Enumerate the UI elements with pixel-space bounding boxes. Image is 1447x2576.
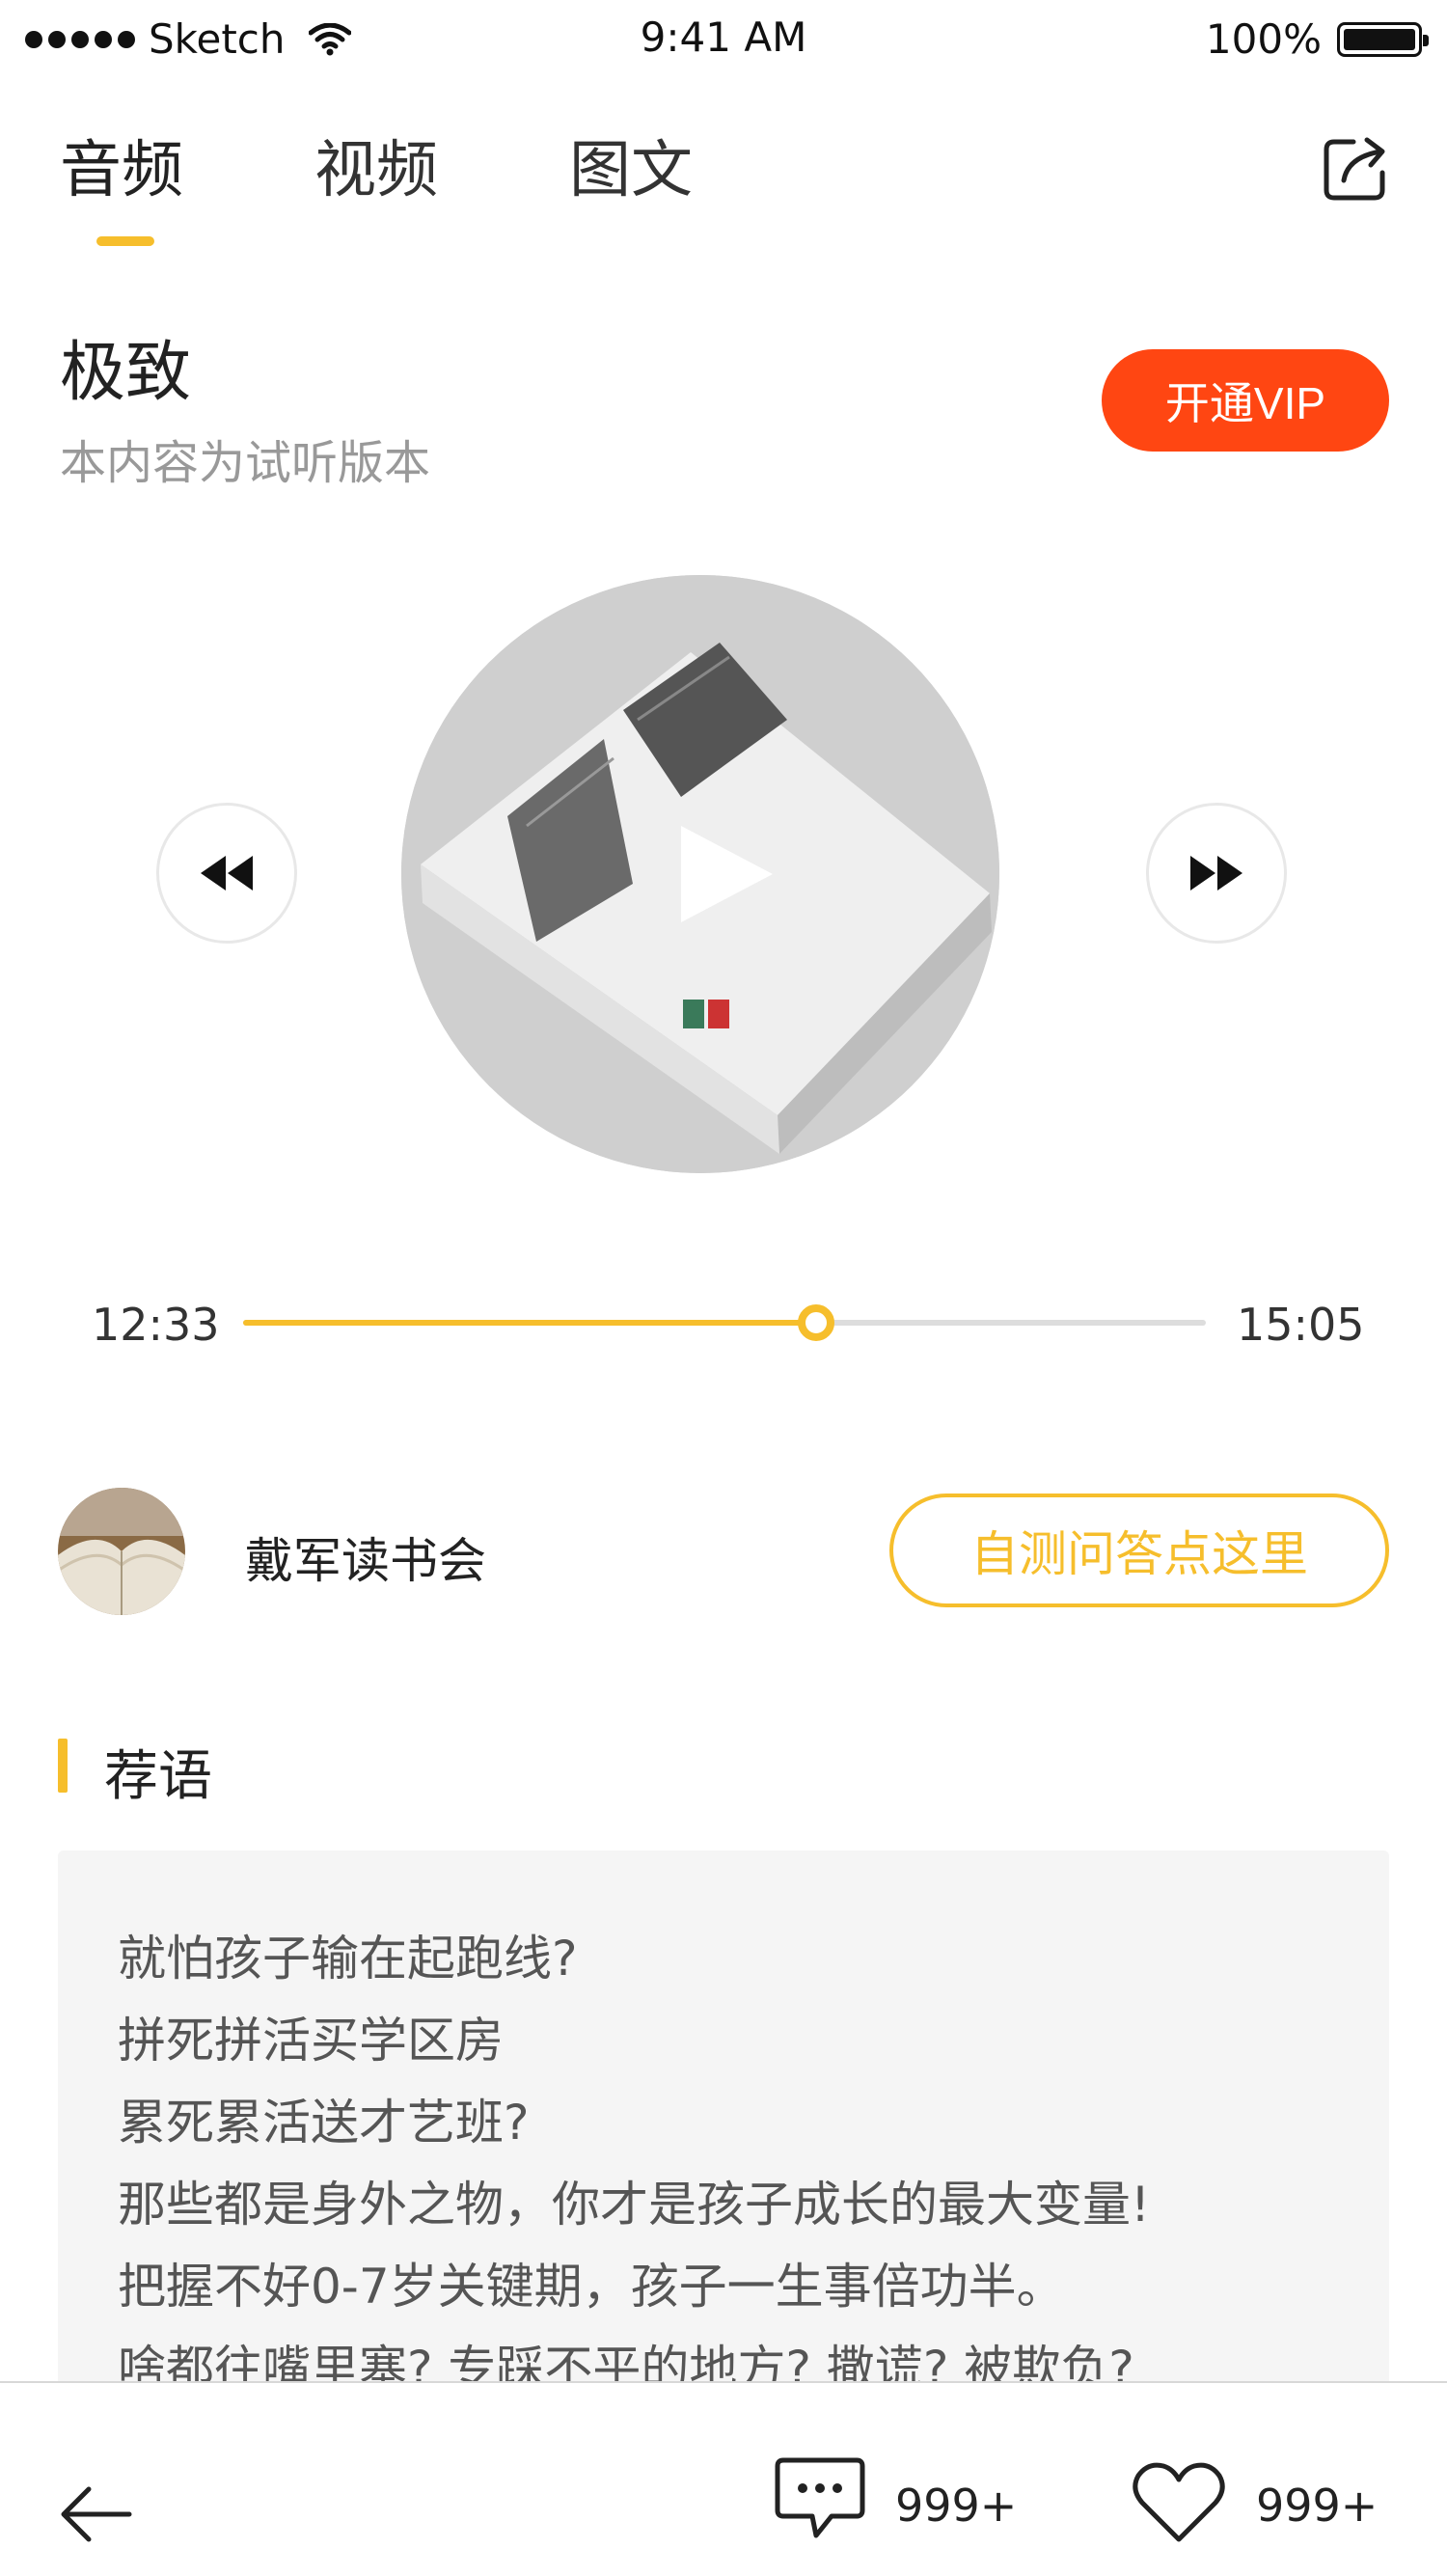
share-button[interactable] xyxy=(1317,130,1394,207)
status-right: 100% xyxy=(1205,15,1429,63)
comment-icon xyxy=(775,2457,865,2538)
open-book-image xyxy=(58,1488,185,1615)
like-count: 999+ xyxy=(1256,2480,1379,2532)
trial-notice: 本内容为试听版本 xyxy=(60,436,431,490)
recommendation-line: 拼死拼活买学区房 xyxy=(118,2013,504,2069)
active-tab-indicator xyxy=(96,236,154,246)
author-avatar[interactable] xyxy=(58,1488,185,1615)
comment-count: 999+ xyxy=(895,2480,1018,2532)
progress-fill xyxy=(243,1320,816,1326)
recommendation-title: 荐语 xyxy=(104,1745,212,1808)
recommendation-line: 就怕孩子输在起跑线? xyxy=(118,1931,578,1987)
current-time: 12:33 xyxy=(92,1299,220,1351)
battery-icon xyxy=(1337,21,1429,57)
book-cover-image xyxy=(401,575,999,1173)
back-button[interactable] xyxy=(58,2480,135,2549)
progress-thumb[interactable] xyxy=(797,1304,834,1341)
back-arrow-icon xyxy=(61,2486,132,2542)
battery-percent: 100% xyxy=(1205,15,1322,63)
open-vip-button[interactable]: 开通VIP xyxy=(1102,349,1389,452)
like-button[interactable] xyxy=(1131,2458,1227,2547)
status-bar: Sketch 9:41 AM 100% xyxy=(0,0,1447,83)
heart-icon xyxy=(1133,2462,1225,2542)
self-quiz-button[interactable]: 自测问答点这里 xyxy=(889,1494,1389,1607)
rewind-button[interactable] xyxy=(156,803,297,944)
album-cover[interactable] xyxy=(401,575,999,1173)
tab-video[interactable]: 视频 xyxy=(314,121,438,209)
recommendation-line: 累死累活送才艺班? xyxy=(118,2095,530,2151)
fast-forward-button[interactable] xyxy=(1146,803,1287,944)
recommendation-line: 那些都是身外之物，你才是孩子成长的最大变量! xyxy=(118,2177,1151,2233)
progress-slider[interactable] xyxy=(243,1304,1206,1341)
content-tabs: 音频 视频 图文 xyxy=(60,121,824,209)
bottom-toolbar: 999+ 999+ xyxy=(0,2381,1447,2576)
total-duration: 15:05 xyxy=(1237,1299,1365,1351)
recommendation-line: 把握不好0-7岁关键期，孩子一生事倍功半。 xyxy=(118,2259,1065,2315)
share-icon xyxy=(1324,137,1385,201)
rewind-icon xyxy=(201,856,253,891)
comment-button[interactable] xyxy=(772,2454,868,2547)
recommendation-text-box: 就怕孩子输在起跑线? 拼死拼活买学区房 累死累活送才艺班? 那些都是身外之物，你… xyxy=(58,1850,1389,2391)
section-marker xyxy=(58,1739,68,1793)
tab-article[interactable]: 图文 xyxy=(569,121,693,209)
author-name[interactable]: 戴军读书会 xyxy=(245,1522,486,1592)
fast-forward-icon xyxy=(1190,856,1242,891)
tab-audio[interactable]: 音频 xyxy=(60,121,183,209)
episode-title: 极致 xyxy=(60,335,192,411)
